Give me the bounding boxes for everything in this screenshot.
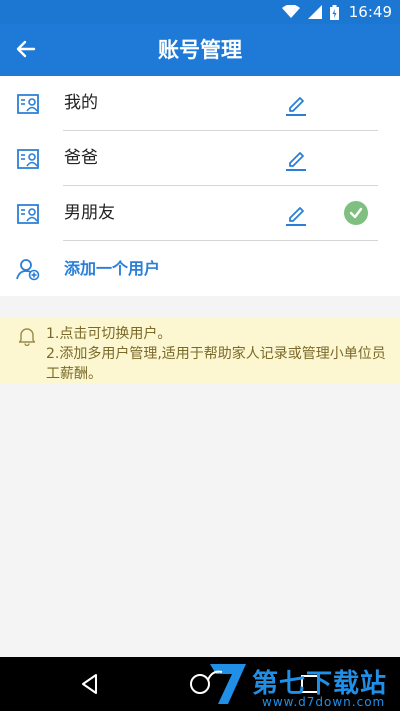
edit-button[interactable] [282, 90, 310, 118]
status-bar: 16:49 [0, 0, 400, 24]
watermark-logo-icon [206, 660, 250, 708]
user-card-icon [15, 147, 41, 171]
account-row[interactable]: 爸爸 [0, 131, 400, 186]
spacer [0, 296, 400, 318]
edit-button[interactable] [282, 145, 310, 173]
account-name: 男朋友 [64, 203, 115, 223]
arrow-left-icon [14, 37, 38, 65]
page-title: 账号管理 [158, 38, 242, 62]
account-name: 爸爸 [64, 148, 98, 168]
battery-icon [329, 4, 339, 20]
app-bar: 账号管理 [0, 24, 400, 76]
tip-line: 2.添加多用户管理,适用于帮助家人记录或管理小单位员工薪酬。 [46, 346, 386, 382]
add-user-icon [15, 257, 41, 281]
watermark-url: www.d7down.com [262, 695, 386, 709]
account-list: 我的 爸爸 男朋友 添加一个用户 [0, 76, 400, 296]
nav-back-icon[interactable] [78, 672, 102, 696]
user-card-icon [15, 202, 41, 226]
watermark: 第七下载站 www.d7down.com [206, 660, 396, 710]
account-row[interactable]: 男朋友 [0, 186, 400, 241]
edit-button[interactable] [282, 200, 310, 228]
back-button[interactable] [12, 37, 40, 65]
user-card-icon [15, 92, 41, 116]
bell-icon [18, 326, 36, 347]
account-row[interactable]: 我的 [0, 76, 400, 131]
add-user-label: 添加一个用户 [64, 259, 161, 278]
wifi-icon [281, 5, 300, 19]
check-icon [344, 201, 368, 225]
status-time: 16:49 [348, 3, 392, 21]
tip-line: 1.点击可切换用户。 [46, 326, 172, 342]
signal-icon [307, 5, 322, 19]
account-name: 我的 [64, 93, 98, 113]
tips-box: 1.点击可切换用户。 2.添加多用户管理,适用于帮助家人记录或管理小单位员工薪酬… [0, 318, 400, 384]
add-user-button[interactable]: 添加一个用户 [0, 241, 400, 296]
